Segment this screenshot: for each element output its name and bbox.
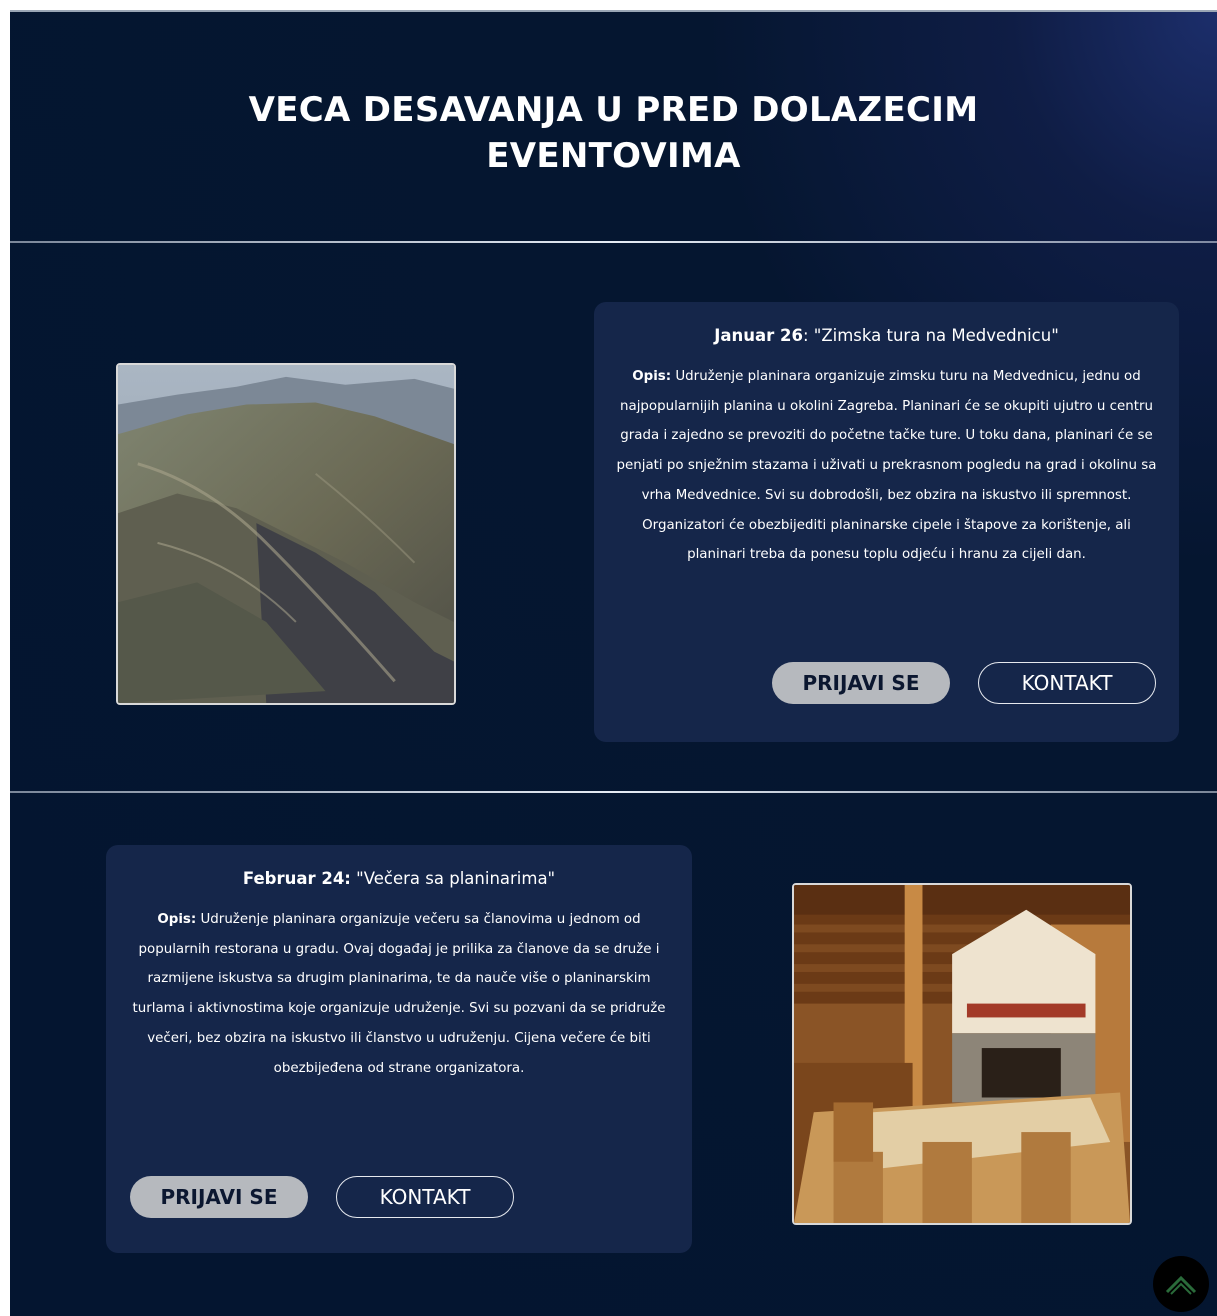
event-1-actions: PRIJAVI SE KONTAKT [772,662,1156,704]
event-1-description: Opis: Udruženje planinara organizuje zim… [616,369,1157,563]
divider-top [10,241,1217,243]
event-2-title: Februar 24: "Večera sa planinarima" [242,869,556,888]
divider-middle [10,791,1217,793]
event-2-register-button[interactable]: PRIJAVI SE [130,1176,308,1218]
scroll-to-top-button[interactable] [1153,1256,1209,1312]
event-1-contact-button[interactable]: KONTAKT [978,662,1156,704]
events-page: VECA DESAVANJA U PRED DOLAZECIM EVENTOVI… [10,10,1217,1316]
event-1-title: Januar 26: "Zimska tura na Medvednicu" [714,326,1059,345]
event-2-contact-button[interactable]: KONTAKT [336,1176,514,1218]
event-2-desc-label: Opis: [157,912,197,927]
event-1-register-button[interactable]: PRIJAVI SE [772,662,950,704]
event-1-desc-label: Opis: [632,369,672,384]
wooden-restaurant-interior-photo [792,883,1132,1225]
section-heading-line-2: EVENTOVIMA [486,136,741,176]
chevron-up-icon [1165,1275,1197,1295]
section-heading: VECA DESAVANJA U PRED DOLAZECIM EVENTOVI… [10,87,1217,179]
event-1-date: Januar 26 [714,326,803,345]
event-2-description: Opis: Udruženje planinara organizuje več… [132,912,666,1076]
event-card-1: Januar 26: "Zimska tura na Medvednicu" O… [594,302,1179,742]
section-heading-line-1: VECA DESAVANJA U PRED DOLAZECIM [248,90,979,130]
event-card-2: Februar 24: "Večera sa planinarima" Opis… [106,845,692,1253]
event-2-date: Februar 24: [242,869,351,888]
mountain-ridge-photo [116,363,456,705]
event-2-actions: PRIJAVI SE KONTAKT [130,1176,514,1218]
